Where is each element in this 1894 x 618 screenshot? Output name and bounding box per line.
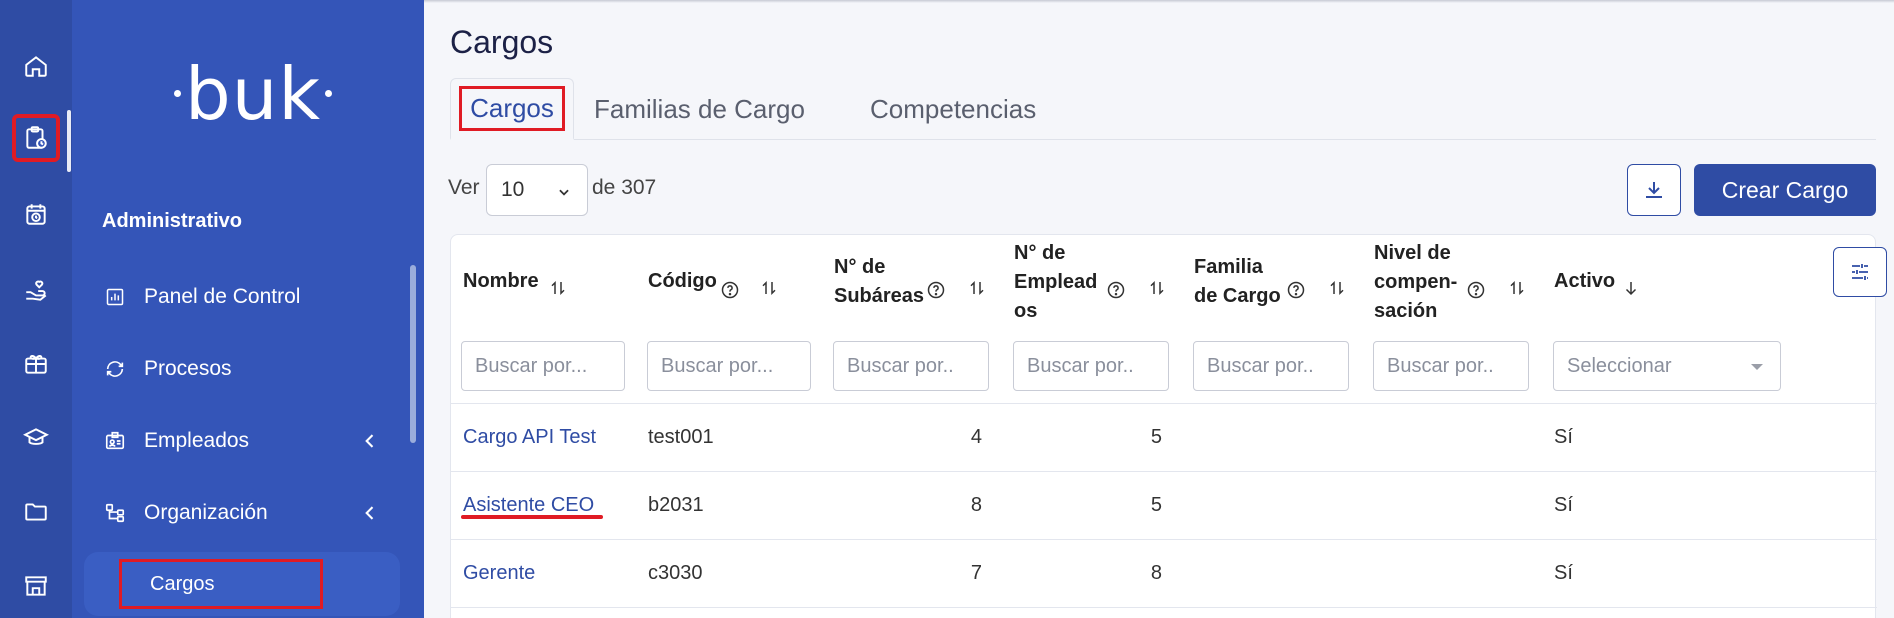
- filter-empleados[interactable]: Buscar por..: [1013, 341, 1169, 391]
- cargo-empleados: 5: [1150, 493, 1162, 516]
- sidebar-subitem-label: Cargos: [119, 559, 323, 609]
- chevron-left-icon: [360, 503, 380, 523]
- filter-activo-select[interactable]: Seleccionar: [1553, 341, 1781, 391]
- main-content: Cargos Cargos Familias de Cargo Competen…: [424, 0, 1894, 618]
- hand-heart-icon[interactable]: [16, 270, 56, 310]
- total-count: de 307: [592, 176, 657, 199]
- help-icon[interactable]: [1286, 280, 1306, 300]
- caret-down-icon: [1750, 362, 1764, 372]
- cargo-empleados: 8: [1150, 561, 1162, 584]
- filter-familia[interactable]: Buscar por..: [1193, 341, 1349, 391]
- page-size-value: 10: [501, 178, 525, 201]
- folder-icon[interactable]: [16, 492, 56, 532]
- cargo-activo: Sí: [1554, 425, 1573, 448]
- sidebar-item-label: Panel de Control: [144, 285, 301, 308]
- tabs: Cargos Familias de Cargo Competencias: [450, 78, 1876, 140]
- cargo-subareas: 4: [970, 425, 982, 448]
- sidebar-item-panel-de-control[interactable]: Panel de Control: [102, 275, 392, 319]
- sidebar-section-title: Administrativo: [102, 210, 243, 232]
- page-size-select[interactable]: 10: [486, 164, 588, 216]
- top-shadow: [424, 0, 1894, 3]
- id-badge-icon: [102, 428, 128, 454]
- tab-familias-de-cargo[interactable]: Familias de Cargo: [594, 78, 805, 140]
- refresh-icon: [102, 356, 128, 382]
- clipboard-clock-icon[interactable]: [12, 114, 60, 162]
- help-icon[interactable]: [1466, 280, 1486, 300]
- sort-icon[interactable]: [1508, 279, 1526, 297]
- tab-label: Familias de Cargo: [594, 93, 805, 124]
- highlight-underline: [461, 515, 603, 519]
- buk-logo[interactable]: buk: [170, 58, 336, 130]
- sliders-icon: [1848, 260, 1872, 284]
- cargos-table: Nombre Buscar por... Código Buscar por..…: [450, 234, 1887, 618]
- sidebar-item-empleados[interactable]: Empleados: [102, 419, 392, 463]
- filter-subareas[interactable]: Buscar por..: [833, 341, 989, 391]
- download-button[interactable]: [1627, 164, 1681, 216]
- sidebar-scrollbar[interactable]: [410, 265, 416, 443]
- column-settings-button[interactable]: [1833, 247, 1887, 297]
- home-icon[interactable]: [16, 46, 56, 86]
- sort-icon[interactable]: [1148, 279, 1166, 297]
- sidebar: buk Administrativo Panel de Control Proc…: [72, 0, 424, 618]
- sort-icon[interactable]: [549, 279, 567, 297]
- sidebar-subitem-cargos[interactable]: Cargos: [84, 552, 400, 616]
- cargo-name-link[interactable]: Asistente CEO: [463, 471, 594, 539]
- help-icon[interactable]: [926, 280, 946, 300]
- org-tree-icon: [102, 500, 128, 526]
- page-size-label: Ver: [448, 176, 480, 199]
- download-icon: [1642, 178, 1666, 202]
- tab-label: Cargos: [459, 86, 565, 131]
- cargo-name-link[interactable]: Gerente: [463, 539, 535, 607]
- help-icon[interactable]: [1106, 280, 1126, 300]
- sort-desc-icon[interactable]: [1622, 279, 1640, 297]
- tab-cargos[interactable]: Cargos: [450, 78, 574, 140]
- tab-competencias[interactable]: Competencias: [870, 78, 1036, 140]
- gift-card-icon[interactable]: [16, 344, 56, 384]
- rail-active-indicator: [67, 110, 71, 172]
- row-separator: [451, 607, 1877, 608]
- cargo-codigo: test001: [648, 425, 714, 448]
- cargo-activo: Sí: [1554, 561, 1573, 584]
- icon-rail: [0, 0, 72, 618]
- chevron-down-icon: [557, 185, 571, 199]
- cargo-subareas: 8: [970, 493, 982, 516]
- sidebar-item-label: Procesos: [144, 357, 232, 380]
- graduation-cap-icon[interactable]: [16, 418, 56, 458]
- sort-icon[interactable]: [760, 279, 778, 297]
- filter-nivel[interactable]: Buscar por..: [1373, 341, 1529, 391]
- page-title: Cargos: [450, 24, 554, 60]
- create-cargo-button[interactable]: Crear Cargo: [1694, 164, 1876, 216]
- chevron-left-icon: [360, 431, 380, 451]
- tab-label: Competencias: [870, 93, 1037, 124]
- cargo-codigo: b2031: [648, 493, 704, 516]
- help-icon[interactable]: [720, 280, 740, 300]
- sidebar-item-label: Empleados: [144, 429, 250, 452]
- filter-nombre[interactable]: Buscar por...: [461, 341, 625, 391]
- sidebar-item-procesos[interactable]: Procesos: [102, 347, 392, 391]
- cargo-name-link[interactable]: Cargo API Test: [463, 403, 596, 471]
- cargo-activo: Sí: [1554, 493, 1573, 516]
- sort-icon[interactable]: [968, 279, 986, 297]
- cargo-subareas: 7: [970, 561, 982, 584]
- filter-codigo[interactable]: Buscar por...: [647, 341, 811, 391]
- cargo-codigo: c3030: [648, 561, 703, 584]
- cargo-empleados: 5: [1150, 425, 1162, 448]
- calendar-clock-icon[interactable]: [16, 194, 56, 234]
- store-icon[interactable]: [16, 566, 56, 606]
- sidebar-item-organizacion[interactable]: Organización: [102, 491, 392, 535]
- bar-chart-icon: [102, 284, 128, 310]
- sort-icon[interactable]: [1328, 279, 1346, 297]
- sidebar-item-label: Organización: [144, 501, 268, 524]
